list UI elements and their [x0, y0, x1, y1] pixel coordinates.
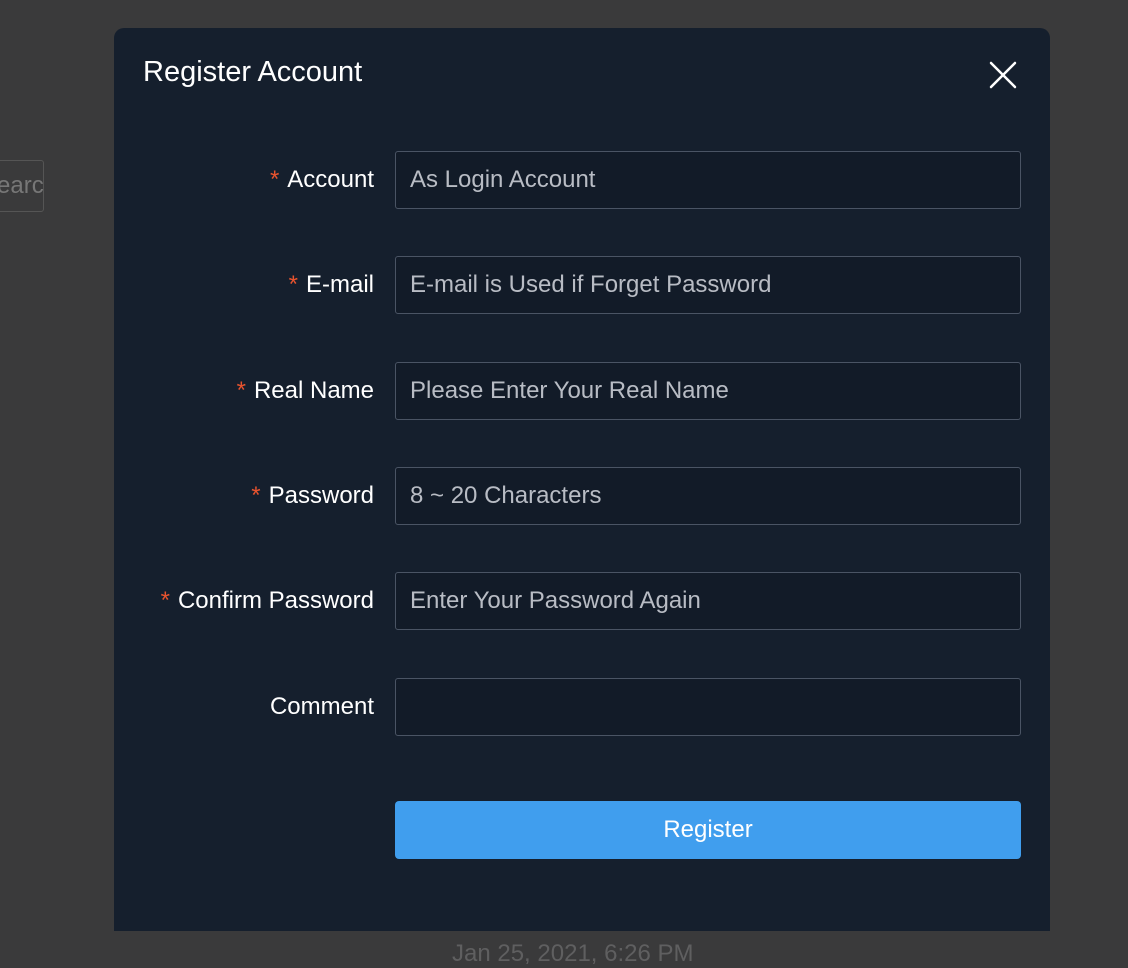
email-input[interactable]	[395, 256, 1021, 314]
form-row-real-name: * Real Name	[114, 362, 1050, 420]
password-input[interactable]	[395, 467, 1021, 525]
close-button[interactable]	[984, 56, 1022, 94]
form-row-confirm-password: * Confirm Password	[114, 572, 1050, 630]
required-marker: *	[236, 377, 246, 404]
confirm-password-input[interactable]	[395, 572, 1021, 630]
confirm-password-label: * Confirm Password	[160, 587, 374, 614]
background-search-button: Search	[0, 160, 44, 212]
form-row-email: * E-mail	[114, 256, 1050, 314]
form-row-account: * Account	[114, 151, 1050, 209]
account-input[interactable]	[395, 151, 1021, 209]
comment-input[interactable]	[395, 678, 1021, 736]
dialog-title: Register Account	[143, 56, 363, 88]
real-name-label: * Real Name	[236, 377, 374, 404]
background-timestamp: Jan 25, 2021, 6:26 PM	[452, 940, 694, 967]
account-label: * Account	[269, 166, 374, 193]
close-icon	[989, 61, 1017, 89]
password-label: * Password	[251, 482, 374, 509]
email-label: * E-mail	[288, 271, 374, 298]
required-marker: *	[160, 587, 170, 614]
required-marker: *	[251, 482, 261, 509]
register-button[interactable]: Register	[395, 801, 1021, 859]
comment-label: Comment	[269, 693, 374, 720]
register-dialog: Register Account *Account *E-mail *Real …	[114, 28, 1050, 931]
form-row-password: * Password	[114, 467, 1050, 525]
form-row-comment: Comment	[114, 678, 1050, 736]
required-marker: *	[288, 271, 298, 298]
required-marker: *	[269, 166, 280, 193]
real-name-input[interactable]	[395, 362, 1021, 420]
